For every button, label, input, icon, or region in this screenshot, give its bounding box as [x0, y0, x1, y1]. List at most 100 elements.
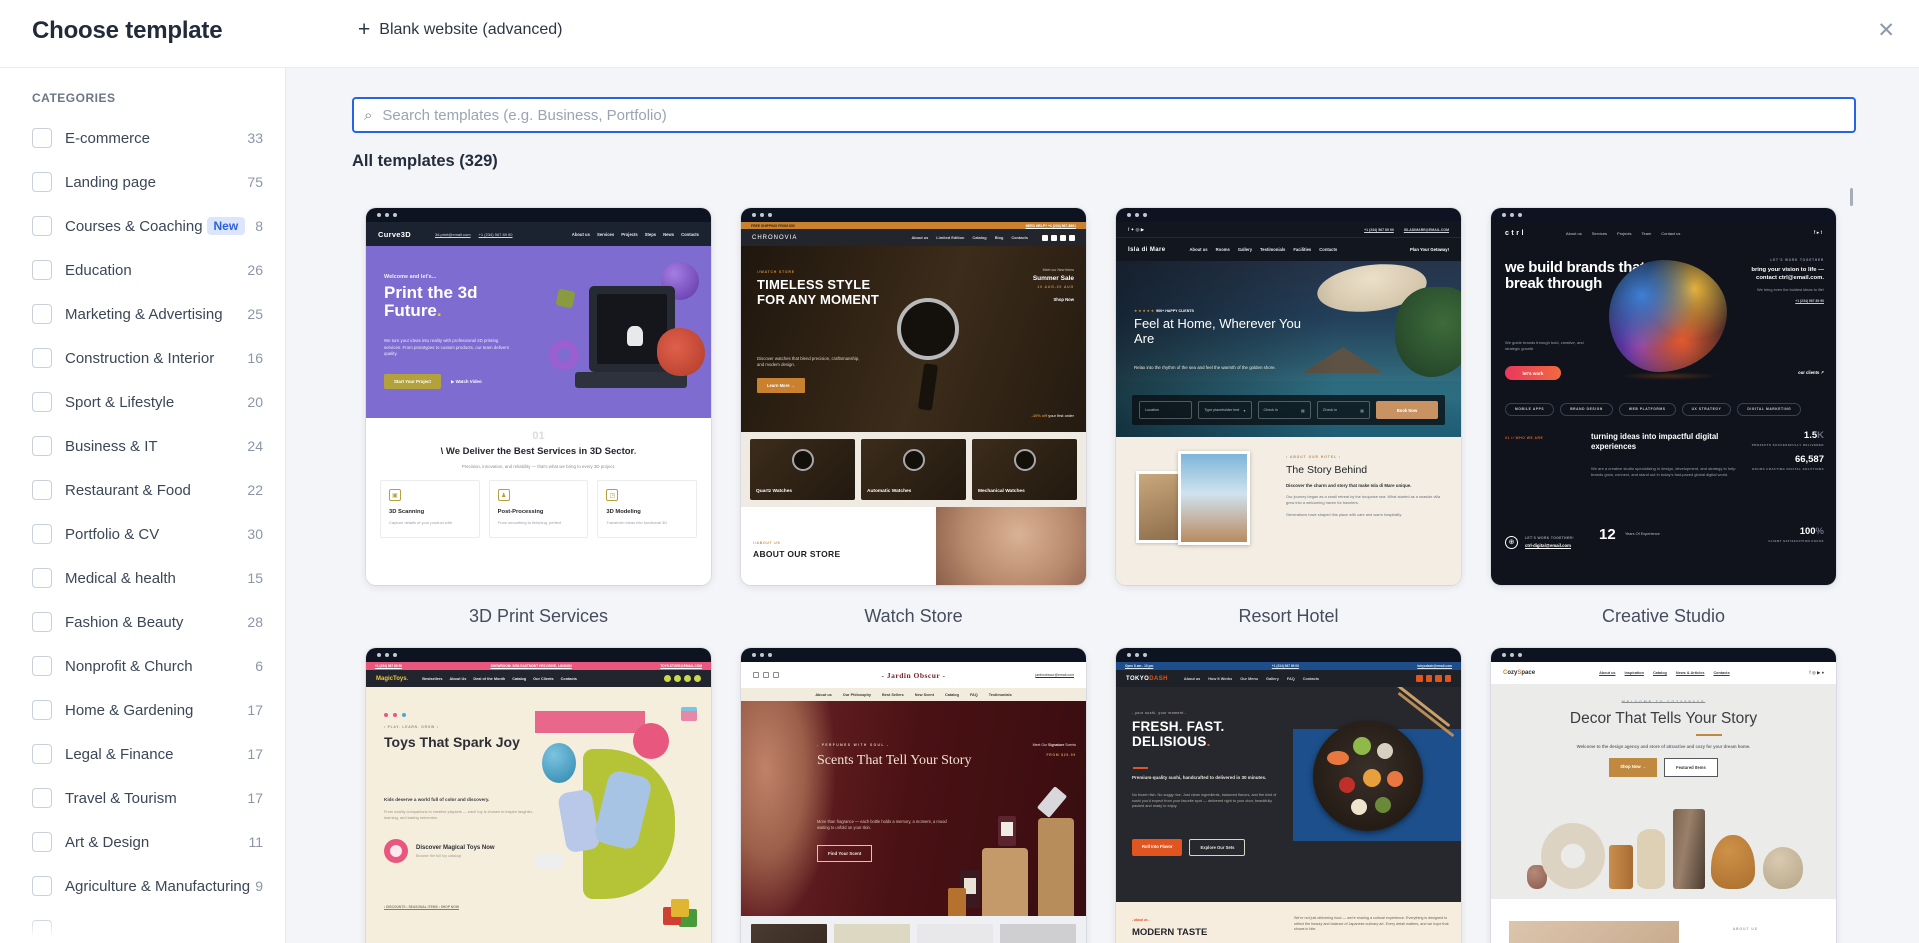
- youtube-icon: [694, 675, 701, 682]
- preview-nav: About us How It Works Our Menu Gallery FAQ Co…: [1183, 676, 1319, 681]
- social-icons: f ◎ ▶ ♦: [1809, 670, 1824, 675]
- promo-line: Meet Our Signature Scents: [1032, 743, 1076, 747]
- sushi-piece: [1375, 797, 1391, 813]
- sidebar-item-travel-tourism[interactable]: Travel & Tourism 17: [32, 776, 285, 820]
- checkbox[interactable]: [32, 128, 52, 148]
- sidebar-item-ecommerce[interactable]: E-commerce 33: [32, 116, 285, 160]
- hero-lead: Premium-quality sushi, handcrafted to de…: [1132, 775, 1267, 780]
- watch-icon: [791, 449, 814, 471]
- checkbox[interactable]: [32, 744, 52, 764]
- category-count: 9: [255, 878, 263, 894]
- sidebar-item-restaurant-food[interactable]: Restaurant & Food 22: [32, 468, 285, 512]
- checkbox[interactable]: [32, 524, 52, 544]
- checkbox[interactable]: [32, 348, 52, 368]
- tile-mechanical: Mechanical Watches: [972, 439, 1077, 500]
- template-preview: FREE SHIPPING FROM $50 NEED HELP? +1 (23…: [741, 222, 1086, 585]
- checkbox[interactable]: [32, 172, 52, 192]
- cta-sub: Browse the full toy catalog!: [416, 853, 462, 858]
- preview-logo: Curve3D: [378, 229, 411, 239]
- sidebar-item-construction-interior[interactable]: Construction & Interior 16: [32, 336, 285, 380]
- gift-box: [681, 707, 697, 721]
- perfume-bottle: [998, 816, 1016, 846]
- template-card-3d-print-services[interactable]: Curve3D 3d.print@email.com +1 (234) 567 8…: [366, 208, 711, 585]
- close-icon[interactable]: ✕: [1871, 14, 1901, 47]
- sidebar-item-marketing-advertising[interactable]: Marketing & Advertising 25: [32, 292, 285, 336]
- checkbox[interactable]: [32, 700, 52, 720]
- promo-block: Meet our New Items Summer Sale 10 AUG-20…: [1033, 268, 1074, 302]
- preview-nav: About us Limited Edition Catalog Blog Contac…: [911, 235, 1028, 240]
- category-label: Education: [65, 261, 132, 279]
- window-dot: [377, 213, 381, 217]
- sidebar-item-art-design[interactable]: Art & Design 11: [32, 820, 285, 864]
- checkbox[interactable]: [32, 392, 52, 412]
- chevron-down-icon: ▾: [1243, 407, 1246, 413]
- preview-hero: //WATCH STORE TIMELESS STYLE FOR ANY MOM…: [741, 246, 1086, 432]
- sidebar-item-fashion-beauty[interactable]: Fashion & Beauty 28: [32, 600, 285, 644]
- checkbox[interactable]: [32, 304, 52, 324]
- preview-header: TOKYODASH About us How It Works Our Menu Ga…: [1116, 670, 1461, 687]
- checkbox[interactable]: [32, 436, 52, 456]
- sidebar-item-partial[interactable]: [32, 908, 285, 943]
- checkbox[interactable]: [32, 480, 52, 500]
- hero-body: More than fragrance — each bottle holds …: [817, 819, 947, 831]
- cta-label: Discover Magical Toys Now: [416, 844, 495, 851]
- sidebar-item-education[interactable]: Education 26: [32, 248, 285, 292]
- blank-website-button[interactable]: + Blank website (advanced): [352, 18, 568, 41]
- template-card-creative-studio[interactable]: ctrl About us Services Projects Team Contact…: [1491, 208, 1836, 585]
- about-lead: Discover the charm and story that make I…: [1286, 483, 1412, 488]
- sushi-piece: [1377, 743, 1393, 759]
- sidebar-item-sport-lifestyle[interactable]: Sport & Lifestyle 20: [32, 380, 285, 424]
- checkbox[interactable]: [32, 788, 52, 808]
- checkout-field: Check in ▦: [1316, 401, 1370, 419]
- sushi-piece: [1353, 737, 1371, 755]
- tile-automatic: Automatic Watches: [861, 439, 966, 500]
- template-card-jardin-obscur[interactable]: - Jardin Obscur - jardinobscur@email.com…: [741, 648, 1086, 943]
- hero-buttons: Start Your Project ▶ Watch Video: [384, 374, 482, 389]
- social-icons: [664, 675, 701, 682]
- sidebar-item-portfolio-cv[interactable]: Portfolio & CV 30: [32, 512, 285, 556]
- preview-logo: TOKYODASH: [1126, 675, 1168, 682]
- preview-logo: CHRONOVIA: [752, 234, 798, 241]
- category-label: Business & IT: [65, 437, 158, 455]
- preview-nav: Bestsellers About Us Deal of the Month Cata…: [422, 676, 577, 681]
- checkbox[interactable]: [32, 568, 52, 588]
- template-card-watch-store[interactable]: FREE SHIPPING FROM $50 NEED HELP? +1 (23…: [741, 208, 1086, 585]
- checkbox[interactable]: [32, 876, 52, 896]
- hero-links: • DISCOUNTS • SEASONAL ITEMS • SHOP NOW: [384, 905, 459, 909]
- template-card-resort-hotel[interactable]: f ✦ ◎ ▶ +1 (234) 567 89 90 ISLADIMARE@EMA…: [1116, 208, 1461, 585]
- sidebar-item-nonprofit-church[interactable]: Nonprofit & Church 6: [32, 644, 285, 688]
- sidebar-item-business-it[interactable]: Business & IT 24: [32, 424, 285, 468]
- window-dot: [752, 653, 756, 657]
- template-card-cozyspace[interactable]: CozySpace About us Inspiration Catalog News…: [1491, 648, 1836, 943]
- sidebar-item-home-gardening[interactable]: Home & Gardening 17: [32, 688, 285, 732]
- search-input[interactable]: [380, 105, 1854, 125]
- template-card-magictoys[interactable]: +1 (234) 567 89 90 SHOWROOM: 5254 EASTMO…: [366, 648, 711, 943]
- scrollbar-thumb[interactable]: [1850, 188, 1853, 206]
- checkbox[interactable]: [32, 260, 52, 280]
- checkbox[interactable]: [32, 612, 52, 632]
- checkbox[interactable]: [32, 656, 52, 676]
- template-card-tokyodash[interactable]: Open 8 am - 10 pm +1 (234) 567 89 00 tok…: [1116, 648, 1461, 943]
- sidebar-item-medical-health[interactable]: Medical & health 15: [32, 556, 285, 600]
- instagram-icon: [1425, 675, 1432, 682]
- preview-hero: - your sushi, your moment - FRESH. FAST.…: [1116, 687, 1461, 902]
- checkbox[interactable]: [32, 832, 52, 852]
- location-field: Location: [1139, 401, 1193, 419]
- category-label: Home & Gardening: [65, 701, 194, 719]
- accent-dash: [1133, 767, 1148, 769]
- checkbox[interactable]: [32, 216, 52, 236]
- sidebar-item-courses-coaching[interactable]: Courses & Coaching New 8: [32, 204, 285, 248]
- sidebar-item-agriculture-manufacturing[interactable]: Agriculture & Manufacturing 9: [32, 864, 285, 908]
- sidebar-item-landing-page[interactable]: Landing page 75: [32, 160, 285, 204]
- sidebar-item-legal-finance[interactable]: Legal & Finance 17: [32, 732, 285, 776]
- templates-grid: Curve3D 3d.print@email.com +1 (234) 567 8…: [366, 208, 1836, 943]
- balloon: [542, 743, 576, 783]
- hero-heading: Feel at Home, Wherever You Are: [1134, 316, 1301, 346]
- search-box: ⌕: [352, 97, 1856, 133]
- watch-video-link: ▶ Watch Video: [450, 378, 482, 384]
- checkbox[interactable]: [32, 920, 52, 940]
- twitter-icon: [1444, 675, 1451, 682]
- about-text: • ABOUT OUR HOTEL • The Story Behind Dis…: [1286, 455, 1446, 518]
- category-label: Legal & Finance: [65, 745, 174, 763]
- preview-nav: About us Inspiration Catalog News & Article…: [1599, 671, 1730, 675]
